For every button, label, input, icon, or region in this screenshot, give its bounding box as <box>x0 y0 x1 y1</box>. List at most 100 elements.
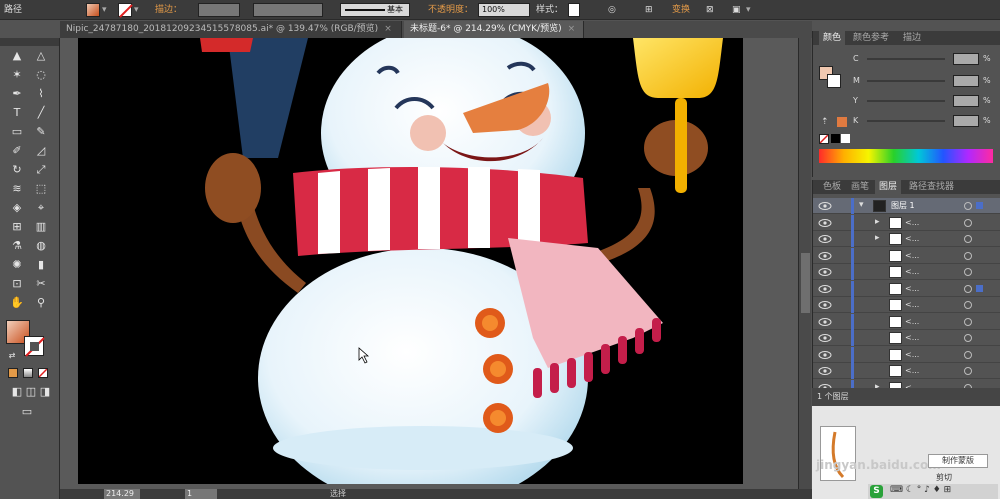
sublayer-row[interactable]: <... <box>813 297 1000 313</box>
visibility-eye-icon[interactable] <box>818 234 832 244</box>
tab-pathfinder[interactable]: 路径查找器 <box>905 180 958 194</box>
stroke-weight-field[interactable] <box>198 3 240 17</box>
black-value[interactable] <box>953 115 979 127</box>
visibility-eye-icon[interactable] <box>818 366 832 376</box>
page-field[interactable]: 1 <box>185 489 217 499</box>
target-icon[interactable] <box>964 268 972 276</box>
column-graph-icon[interactable]: ▮ <box>32 257 50 273</box>
visibility-eye-icon[interactable] <box>818 333 832 343</box>
rotate-icon[interactable]: ↻ <box>8 162 26 178</box>
yellow-value[interactable] <box>953 95 979 107</box>
gradient-icon[interactable]: ▥ <box>32 219 50 235</box>
scrollbar-thumb[interactable] <box>801 253 810 313</box>
stroke-label[interactable]: 描边： <box>155 3 182 17</box>
visibility-eye-icon[interactable] <box>818 284 832 294</box>
lasso-icon[interactable]: ◌ <box>32 67 50 83</box>
opacity-field[interactable]: 100% <box>478 3 530 17</box>
curvature-icon[interactable]: ⌇ <box>32 86 50 102</box>
keyboard-icon[interactable]: ⌨ ☾ ° ♪ ♦ ⊞ <box>890 485 951 495</box>
variable-width-select[interactable] <box>253 3 323 17</box>
target-icon[interactable] <box>964 367 972 375</box>
zoom-field[interactable]: 214.29 <box>104 489 140 499</box>
magenta-slider[interactable]: M% <box>853 75 993 87</box>
arrange-icon[interactable]: ▣ <box>732 3 741 17</box>
sublayer-name[interactable]: <... <box>905 347 919 363</box>
eyedropper-icon[interactable]: ⚗ <box>8 238 26 254</box>
color-mode-icon[interactable] <box>8 368 18 378</box>
gradient-mode-icon[interactable] <box>23 368 33 378</box>
sublayer-row[interactable]: <... <box>813 346 1000 363</box>
swap-icon[interactable]: ⇄ <box>3 348 21 364</box>
none-mode-icon[interactable] <box>38 368 48 378</box>
stroke-swatch[interactable] <box>118 3 133 18</box>
make-mask-button[interactable]: 制作蒙版 <box>928 454 988 468</box>
close-icon[interactable]: × <box>384 24 392 34</box>
sublayer-row[interactable]: ▸ <... <box>813 379 1000 389</box>
sublayer-row[interactable]: ▸ <... <box>813 231 1000 247</box>
target-icon[interactable] <box>964 350 972 359</box>
input-method-icon[interactable]: S <box>870 485 883 498</box>
direct-selection-tool-icon[interactable]: △ <box>32 48 50 64</box>
sublayer-name[interactable]: <... <box>905 264 919 280</box>
layer-name[interactable]: 图层 1 <box>891 198 915 214</box>
expand-icon[interactable]: ▾ <box>859 200 864 210</box>
cyan-value[interactable] <box>953 53 979 65</box>
zoom-icon[interactable]: ⚲ <box>32 295 50 311</box>
sublayer-row[interactable]: <... <box>813 330 1000 346</box>
tab-stroke[interactable]: 描边 <box>899 31 925 45</box>
fill-swatch[interactable] <box>86 3 100 17</box>
visibility-eye-icon[interactable] <box>818 251 832 261</box>
layer-row-top[interactable]: ▾ 图层 1 <box>813 198 1000 214</box>
transform-label[interactable]: 变换 <box>672 3 690 17</box>
target-icon[interactable] <box>964 251 972 260</box>
sublayer-row[interactable]: <... <box>813 247 1000 264</box>
draw-inside-icon[interactable]: ◨ <box>36 384 54 400</box>
tab-color[interactable]: 颜色 <box>819 31 846 45</box>
tab-swatches[interactable]: 色板 <box>819 180 845 194</box>
paintbrush-icon[interactable]: ✎ <box>32 124 50 140</box>
tab-document-2[interactable]: 未标题-6* @ 214.29% (CMYK/预览) × <box>404 21 584 38</box>
sublayer-name[interactable]: <... <box>905 330 919 346</box>
magenta-value[interactable] <box>953 75 979 87</box>
tab-document-1[interactable]: Nipic_24787180_20181209234515578085.ai* … <box>60 21 402 38</box>
visibility-eye-icon[interactable] <box>818 317 832 327</box>
graphic-style-swatch[interactable] <box>568 3 580 17</box>
artboard-icon[interactable]: ⊡ <box>8 276 26 292</box>
black-swatch[interactable] <box>831 134 840 143</box>
brush-definition-select[interactable]: 基本 <box>340 3 410 17</box>
expand-icon[interactable]: ▸ <box>875 233 880 243</box>
sublayer-name[interactable]: <... <box>905 248 919 264</box>
magic-wand-icon[interactable]: ✶ <box>8 67 26 83</box>
sublayer-name[interactable]: <... <box>905 281 919 297</box>
vertical-scrollbar[interactable] <box>798 38 811 489</box>
target-icon[interactable] <box>964 284 972 293</box>
hand-icon[interactable]: ✋ <box>8 295 26 311</box>
target-icon[interactable] <box>964 235 972 243</box>
out-of-gamut-icon[interactable]: ⇡ <box>821 117 833 129</box>
tab-brushes[interactable]: 画笔 <box>847 180 873 194</box>
visibility-eye-icon[interactable] <box>818 350 832 360</box>
none-swatch[interactable] <box>819 134 829 144</box>
mesh-icon[interactable]: ⊞ <box>8 219 26 235</box>
symbol-sprayer-icon[interactable]: ✺ <box>8 257 26 273</box>
screen-mode-icon[interactable]: ▭ <box>18 404 36 420</box>
sublayer-name[interactable]: <... <box>905 215 919 231</box>
artboard[interactable] <box>78 38 743 484</box>
isolate-icon[interactable]: ⊠ <box>706 3 714 17</box>
opacity-label[interactable]: 不透明度： <box>428 3 473 17</box>
shape-builder-icon[interactable]: ◈ <box>8 200 26 216</box>
blend-icon[interactable]: ◍ <box>32 238 50 254</box>
target-icon[interactable] <box>964 202 972 210</box>
visibility-eye-icon[interactable] <box>818 300 832 310</box>
yellow-slider[interactable]: Y% <box>853 95 993 107</box>
visibility-eye-icon[interactable] <box>818 201 832 211</box>
pen-icon[interactable]: ✒ <box>8 86 26 102</box>
chevron-down-icon[interactable]: ▾ <box>746 3 751 17</box>
visibility-eye-icon[interactable] <box>818 267 832 277</box>
target-icon[interactable] <box>964 317 972 326</box>
tab-layers[interactable]: 图层 <box>875 180 902 194</box>
white-swatch[interactable] <box>841 134 850 143</box>
gamut-swatch[interactable] <box>837 117 847 127</box>
sublayer-name[interactable]: <... <box>905 363 919 379</box>
sublayer-name[interactable]: <... <box>905 380 919 389</box>
